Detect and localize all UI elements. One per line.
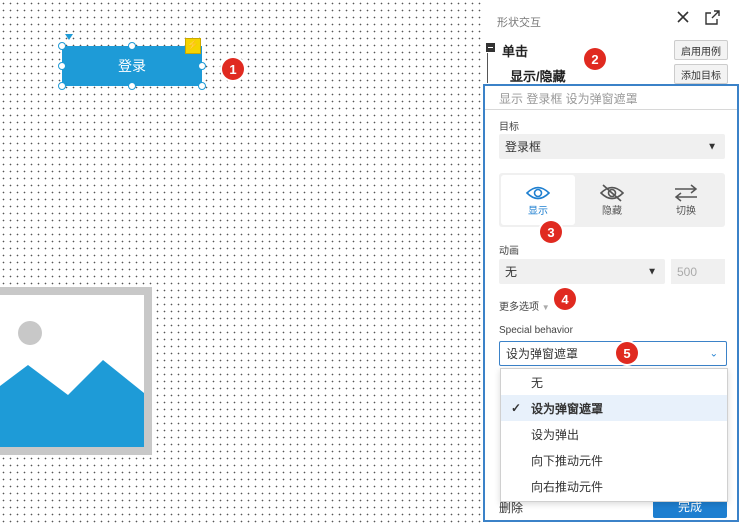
hide-label: 隐藏 (602, 205, 622, 217)
add-target-button[interactable]: 添加目标 (674, 64, 728, 84)
chevron-down-icon: ▼ (541, 303, 550, 312)
resize-handle-s[interactable] (128, 82, 136, 90)
target-label: 目标 (499, 122, 519, 133)
marker-1: 1 (222, 58, 244, 80)
special-behavior-select[interactable]: 设为弹窗遮罩 ⌄ (499, 341, 727, 366)
special-behavior-value: 设为弹窗遮罩 (506, 347, 579, 361)
option-push-right[interactable]: 向右推动元件 (501, 473, 727, 499)
chevron-down-icon: ▼ (707, 141, 717, 152)
option-push-down[interactable]: 向下推动元件 (501, 447, 727, 473)
marker-5: 5 (616, 342, 638, 364)
target-value: 登录框 (505, 140, 542, 154)
target-select[interactable]: 登录框 ▼ (499, 134, 725, 159)
more-options-toggle[interactable]: 更多选项 ▼ (499, 298, 550, 313)
image-placeholder-icon (0, 321, 144, 447)
resize-handle-n[interactable] (128, 42, 136, 50)
animation-label: 动画 (499, 246, 519, 257)
rotate-handle[interactable] (65, 34, 73, 40)
resize-handle-e[interactable] (198, 62, 206, 70)
login-button-label: 登录 (118, 58, 146, 74)
special-behavior-dropdown: 无 ✓ 设为弹窗遮罩 设为弹出 向下推动元件 向右推动元件 (500, 368, 728, 502)
lightning-icon[interactable]: ⚡ (185, 38, 201, 54)
toggle-option[interactable]: 切换 (649, 175, 723, 225)
hide-option[interactable]: 隐藏 (575, 175, 649, 225)
animation-value: 无 (505, 265, 518, 279)
marker-3: 3 (540, 221, 562, 243)
divider (485, 109, 737, 110)
chevron-down-icon: ⌄ (709, 348, 718, 359)
special-behavior-label: Special behavior (499, 325, 573, 336)
option-flyout[interactable]: 设为弹出 (501, 421, 727, 447)
panel-title: 形状交互 (497, 17, 541, 29)
action-summary: 显示 登录框 设为弹窗遮罩 (499, 92, 638, 106)
resize-handle-se[interactable] (198, 82, 206, 90)
login-button-widget[interactable]: 登录 (62, 46, 202, 86)
tree-line (487, 53, 488, 83)
enable-case-button[interactable]: 启用用例 (674, 40, 728, 60)
option-none[interactable]: 无 (501, 369, 727, 395)
option-lightbox-label: 设为弹窗遮罩 (531, 401, 604, 416)
resize-handle-nw[interactable] (58, 42, 66, 50)
show-label: 显示 (528, 205, 548, 217)
resize-handle-sw[interactable] (58, 82, 66, 90)
more-options-label: 更多选项 (499, 302, 539, 313)
eye-off-icon (600, 183, 624, 202)
marker-2: 2 (584, 48, 606, 70)
resize-handle-w[interactable] (58, 62, 66, 70)
event-label[interactable]: 单击 (502, 41, 528, 60)
panel-header: 形状交互 (483, 0, 741, 34)
animation-select[interactable]: 无 ▼ (499, 259, 665, 284)
action-editor: 显示 登录框 设为弹窗遮罩 目标 登录框 ▼ 显示 隐藏 切换 3 动画 无 ▼… (483, 84, 739, 522)
popout-icon[interactable] (705, 10, 720, 29)
duration-value: 500 (677, 264, 698, 279)
swap-icon (674, 183, 698, 202)
image-placeholder[interactable] (0, 287, 152, 455)
chevron-down-icon: ▼ (647, 266, 657, 277)
action-label[interactable]: 显示/隐藏 (510, 66, 566, 85)
marker-4: 4 (554, 288, 576, 310)
collapse-event-icon[interactable] (486, 43, 495, 52)
option-lightbox[interactable]: ✓ 设为弹窗遮罩 (501, 395, 727, 421)
show-option[interactable]: 显示 (501, 175, 575, 225)
visibility-toggle-group: 显示 隐藏 切换 (499, 173, 725, 227)
toggle-label: 切换 (676, 205, 696, 217)
eye-icon (526, 186, 550, 199)
canvas[interactable]: 登录 ⚡ 1 (0, 0, 483, 525)
check-icon: ✓ (511, 401, 522, 415)
duration-input[interactable]: 500 (671, 259, 725, 284)
collapse-icon[interactable] (676, 10, 690, 28)
